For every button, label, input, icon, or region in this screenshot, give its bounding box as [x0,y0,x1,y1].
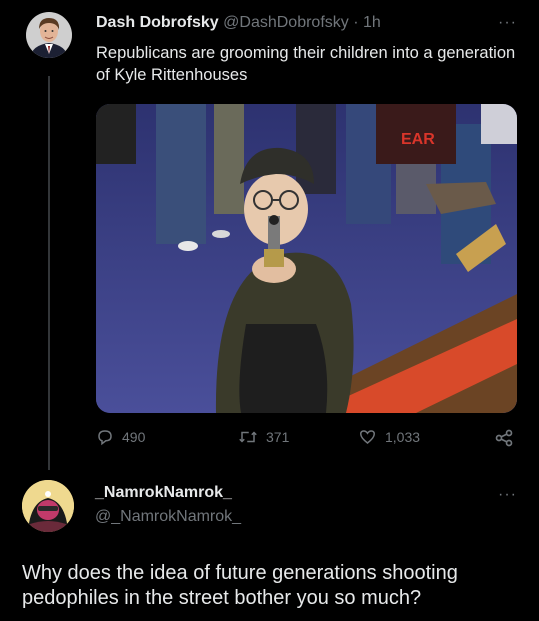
reply-author-name[interactable]: _NamrokNamrok_ [95,484,232,502]
like-icon [359,430,376,444]
tweet-time[interactable]: 1h [363,14,381,31]
reply-count: 490 [122,429,146,445]
reply-icon [98,430,112,446]
reply-button[interactable]: 490 [96,428,145,446]
thread-connector-line [48,76,50,470]
author-avatar[interactable] [26,12,72,58]
share-button[interactable] [494,428,514,448]
photo-sign-text: EAR [401,131,435,148]
twitter-screenshot: Dash Dobrofsky @DashDobrofsky · 1h ··· R… [0,0,539,621]
author-handle[interactable]: @DashDobrofsky [223,14,349,31]
retweet-button[interactable]: 371 [238,428,289,446]
retweet-count: 371 [266,429,290,445]
retweet-icon [239,431,257,443]
like-count: 1,033 [385,429,421,445]
tweet-text: Republicans are grooming their children … [96,44,516,84]
separator-dot: · [353,14,359,31]
reply-avatar-image [22,480,74,532]
author-avatar-image [26,12,72,58]
tweet-header: Dash Dobrofsky @DashDobrofsky · 1h [96,14,519,36]
photo-boy-with-gun: EAR [96,104,517,413]
reply-more-icon[interactable]: ··· [498,486,517,504]
more-icon[interactable]: ··· [498,14,517,32]
reply-author-avatar[interactable] [22,480,74,532]
tweet-photo[interactable]: EAR [96,104,517,413]
like-button[interactable]: 1,033 [358,428,420,446]
share-icon [495,429,513,447]
reply-author-handle[interactable]: @_NamrokNamrok_ [95,508,241,526]
reply-text: Why does the idea of future generations … [22,562,458,609]
tweet-action-bar: 490 371 1,033 [96,428,517,452]
author-name[interactable]: Dash Dobrofsky [96,14,219,31]
